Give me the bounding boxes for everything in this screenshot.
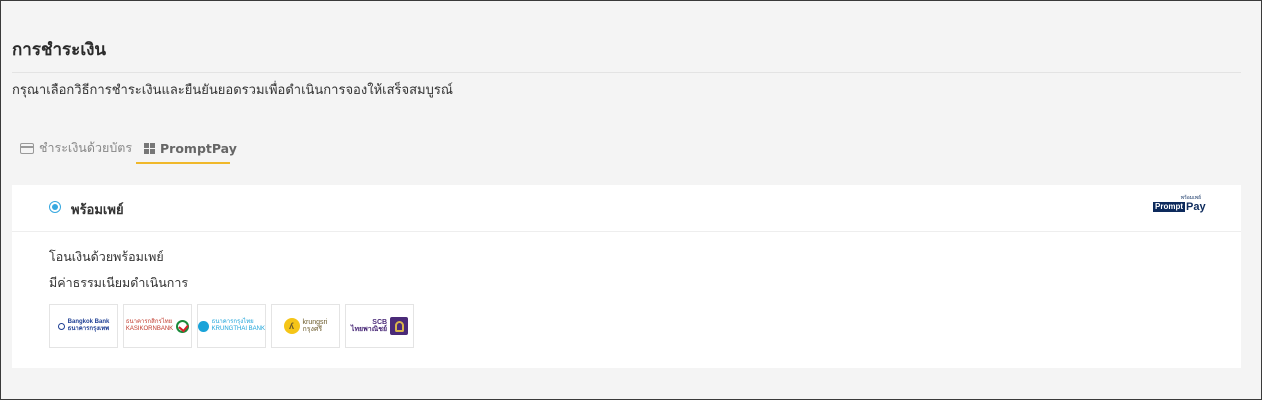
promptpay-logo-prompt: Prompt — [1153, 202, 1185, 212]
kasikorn-icon — [176, 319, 190, 333]
tab-card-payment[interactable]: ชำระเงินด้วยบัตร — [12, 134, 140, 162]
tab-promptpay[interactable]: PromptPay — [136, 134, 237, 164]
bank-logo-scb[interactable]: SCB ไทยพาณิชย์ — [345, 304, 414, 348]
page-title: การชำระเงิน — [12, 40, 107, 60]
bank-logo-bangkok-bank[interactable]: Bangkok Bank ธนาคารกรุงเทพ — [49, 304, 118, 348]
tab-promptpay-label: PromptPay — [160, 140, 237, 156]
bank-text-bottom: กรุงศรี — [302, 326, 323, 333]
bank-text-top: Bangkok Bank — [67, 319, 110, 325]
bank-text-top: ธนาคารกรุงไทย — [211, 319, 254, 325]
bank-logo-krungsri[interactable]: ʎ krungsri กรุงศรี — [271, 304, 340, 348]
promptpay-logo: พร้อมเพย์ Prompt Pay — [1153, 194, 1206, 218]
bank-logo-krungthai[interactable]: ธนาคารกรุงไทย KRUNGTHAI BANK — [197, 304, 266, 348]
krungsri-icon: ʎ — [283, 318, 300, 334]
bank-logo-list: Bangkok Bank ธนาคารกรุงเทพ ธนาคารกสิกรไท… — [49, 304, 414, 348]
transfer-description: โอนเงินด้วยพร้อมเพย์ — [49, 249, 164, 264]
promptpay-panel: พร้อมเพย์ พร้อมเพย์ Prompt Pay โอนเงินด้… — [12, 185, 1241, 368]
bangkok-bank-icon — [57, 322, 65, 330]
payment-method-header: พร้อมเพย์ พร้อมเพย์ Prompt Pay — [12, 185, 1241, 232]
title-divider — [12, 72, 1241, 73]
bank-text-top: ธนาคารกสิกรไทย — [125, 319, 173, 325]
qr-code-icon — [144, 142, 155, 154]
tab-card-label: ชำระเงินด้วยบัตร — [39, 140, 133, 155]
krungthai-icon — [198, 320, 209, 332]
credit-card-icon — [20, 142, 34, 154]
bank-text-top: krungsri — [302, 319, 328, 326]
promptpay-radio[interactable] — [49, 201, 61, 213]
bank-text-bottom: ไทยพาณิชย์ — [350, 326, 388, 333]
bank-logo-kasikornbank[interactable]: ธนาคารกสิกรไทย KASIKORNBANK — [123, 304, 192, 348]
fee-note: มีค่าธรรมเนียมดำเนินการ — [49, 275, 189, 290]
bank-text-bottom: ธนาคารกรุงเทพ — [67, 326, 110, 332]
bank-text-bottom: KRUNGTHAI BANK — [211, 326, 265, 332]
page-subtitle: กรุณาเลือกวิธีการชำระเงินและยืนยันยอดรวม… — [12, 83, 453, 98]
payment-method-label[interactable]: พร้อมเพย์ — [71, 199, 124, 220]
bank-text-top: SCB — [372, 319, 388, 326]
promptpay-logo-pay: Pay — [1186, 201, 1206, 213]
scb-icon — [390, 317, 409, 335]
bank-text-bottom: KASIKORNBANK — [125, 326, 174, 332]
